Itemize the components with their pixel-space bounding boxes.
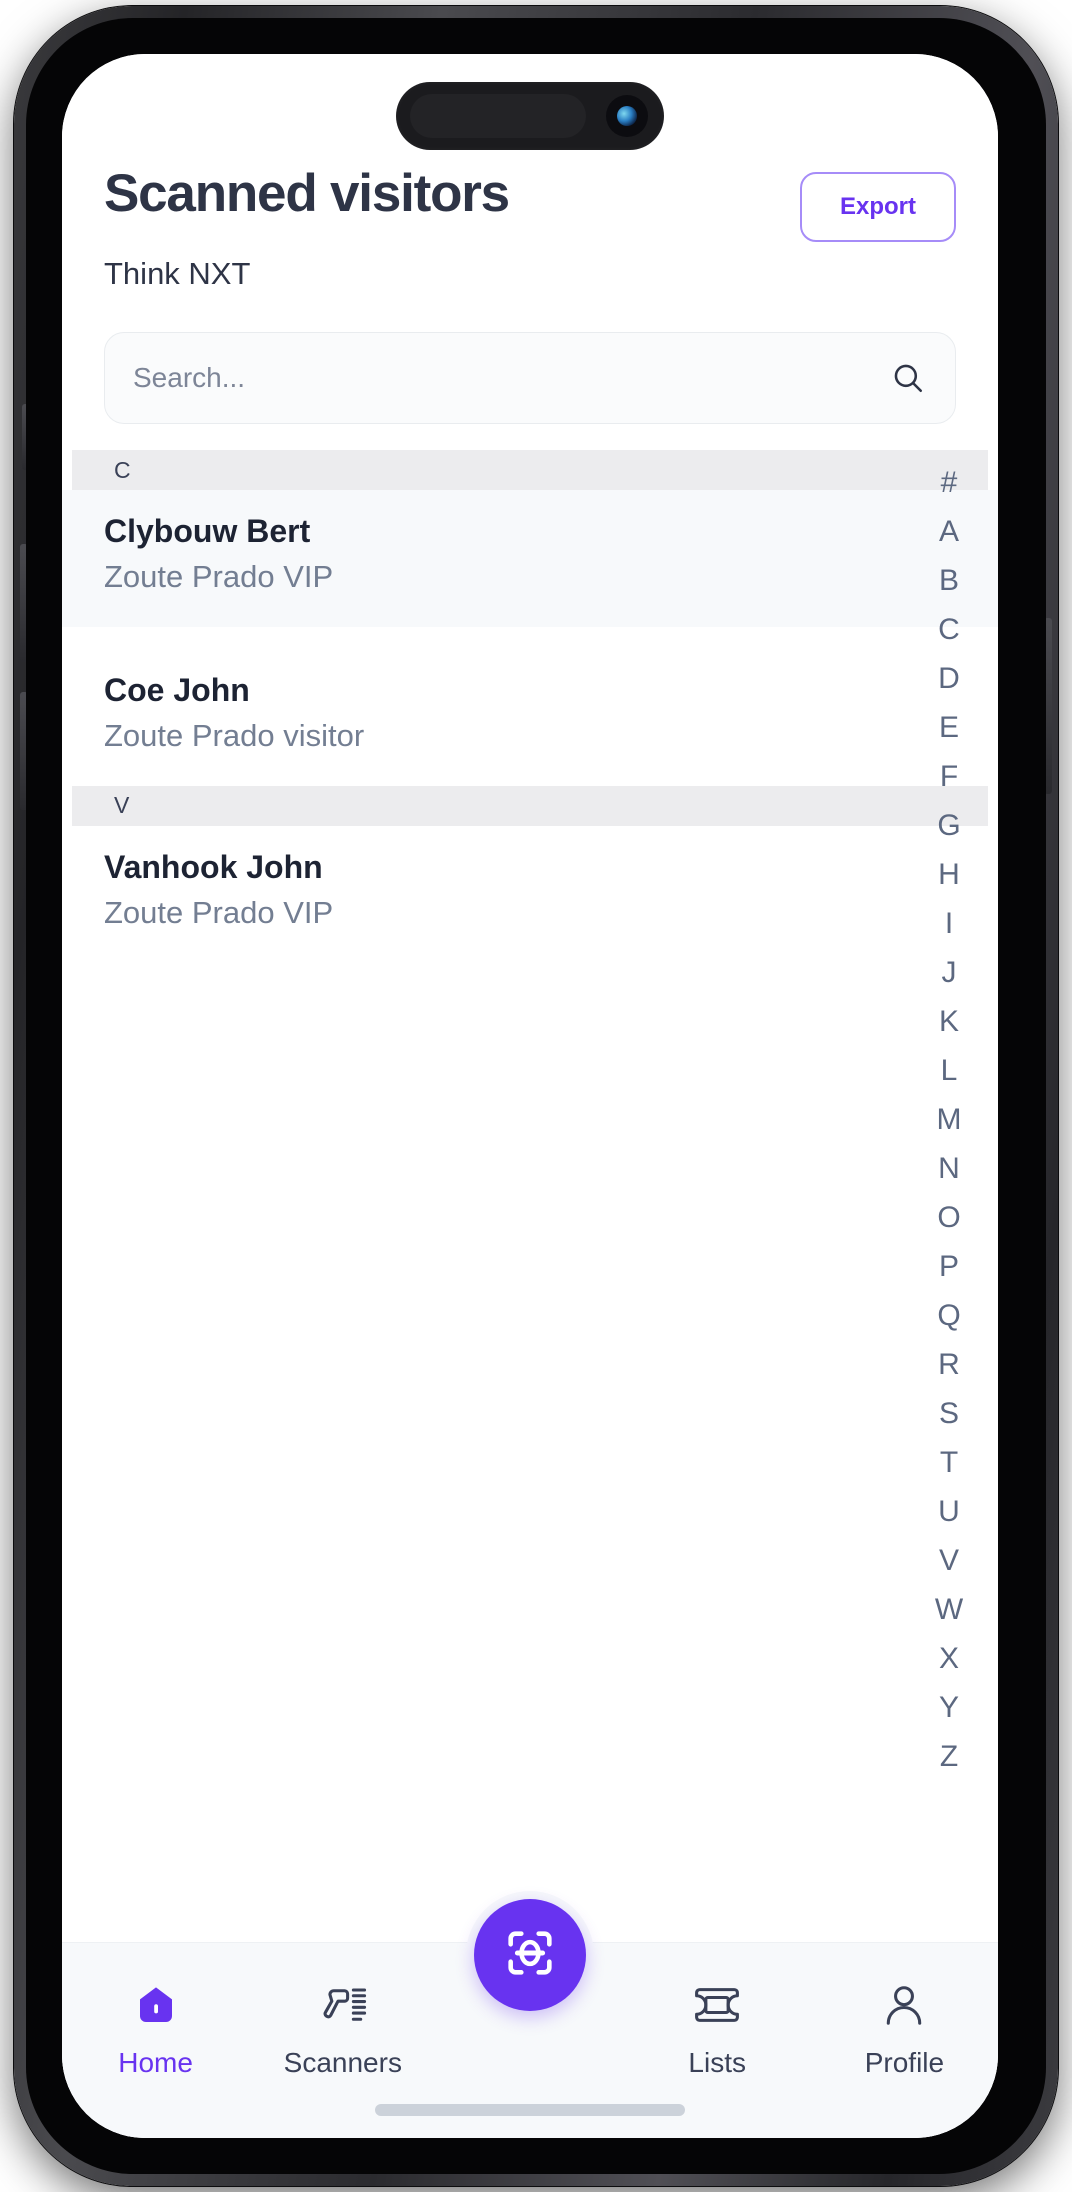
ticket-icon (692, 1977, 742, 2033)
search-box[interactable] (104, 332, 956, 424)
search-input[interactable] (105, 362, 891, 394)
alpha-index-item[interactable]: G (926, 801, 972, 850)
search-section (62, 292, 998, 424)
phone-bezel: Scanned visitors Export Think NXT Search… (26, 18, 1046, 2174)
alpha-index-item[interactable]: L (926, 1046, 972, 1095)
alpha-index-item[interactable]: U (926, 1487, 972, 1536)
page-title: Scanned visitors (104, 164, 510, 223)
alpha-index-item[interactable]: E (926, 703, 972, 752)
alpha-index-item[interactable]: B (926, 556, 972, 605)
alpha-index-item[interactable]: N (926, 1144, 972, 1193)
alpha-index-item[interactable]: Z (926, 1732, 972, 1781)
nav-label-profile: Profile (864, 2047, 945, 2078)
nav-label-lists: Lists (688, 2047, 746, 2078)
visitor-name: Vanhook John (104, 848, 323, 885)
section-header: C (72, 450, 988, 490)
row-separator (62, 627, 998, 649)
nav-label-home: Home (118, 2047, 193, 2078)
island-pill (410, 94, 586, 138)
barcode-scanner-icon (318, 1977, 368, 2033)
alpha-index-item[interactable]: W (926, 1585, 972, 1634)
bottom-navigation: Home Scanners Lists Profile (62, 1891, 998, 2138)
camera-lens-inner (617, 106, 637, 126)
nav-item-home[interactable]: Home (62, 1977, 249, 2079)
phone-frame: Scanned visitors Export Think NXT Search… (14, 6, 1058, 2186)
visitor-subtitle: Zoute Prado visitor (104, 718, 365, 754)
page-subtitle: Think NXT (104, 256, 251, 291)
alpha-index-item[interactable]: S (926, 1389, 972, 1438)
visitor-subtitle: Zoute Prado VIP (104, 895, 334, 931)
alpha-index-item[interactable]: P (926, 1242, 972, 1291)
front-camera-icon (606, 95, 648, 137)
alpha-index-item[interactable]: F (926, 752, 972, 801)
visitor-subtitle: Zoute Prado VIP (104, 559, 334, 595)
scan-button[interactable] (474, 1899, 586, 2011)
alphabet-index[interactable]: # A B C D E F G H I J K L M N O P Q R S T U V W X Y Z (926, 458, 972, 1942)
alpha-index-item[interactable]: Q (926, 1291, 972, 1340)
scan-icon (501, 1924, 559, 1987)
alpha-index-item[interactable]: D (926, 654, 972, 703)
visitor-row[interactable]: Clybouw Bert Zoute Prado VIP (62, 490, 998, 627)
alpha-index-item[interactable]: X (926, 1634, 972, 1683)
search-icon[interactable] (891, 361, 925, 395)
alpha-index-item[interactable]: M (926, 1095, 972, 1144)
alpha-index-item[interactable]: T (926, 1438, 972, 1487)
alpha-index-item[interactable]: V (926, 1536, 972, 1585)
visitor-list-content: C Clybouw Bert Zoute Prado VIP Coe John Zout… (62, 450, 998, 963)
visitor-list[interactable]: C Clybouw Bert Zoute Prado VIP Coe John Zout… (62, 450, 998, 1942)
alpha-index-item[interactable]: H (926, 850, 972, 899)
visitor-name: Coe John (104, 671, 250, 708)
alpha-index-item[interactable]: R (926, 1340, 972, 1389)
section-header: V (72, 785, 988, 826)
nav-item-scanners[interactable]: Scanners (249, 1977, 436, 2079)
nav-label-scanners: Scanners (283, 2047, 402, 2078)
home-icon (132, 1977, 180, 2033)
phone-screen: Scanned visitors Export Think NXT Search… (62, 54, 998, 2138)
alpha-index-item[interactable]: A (926, 507, 972, 556)
nav-item-lists[interactable]: Lists (624, 1977, 811, 2079)
export-button[interactable]: Export (799, 172, 956, 242)
dynamic-island (396, 82, 664, 150)
alpha-index-item[interactable]: O (926, 1193, 972, 1242)
visitor-row[interactable]: Vanhook John Zoute Prado VIP (62, 826, 998, 963)
visitor-row[interactable]: Coe John Zoute Prado visitor (62, 649, 998, 786)
nav-item-profile[interactable]: Profile (811, 1977, 998, 2079)
alpha-index-item[interactable]: Y (926, 1683, 972, 1732)
person-icon (881, 1977, 927, 2033)
alpha-index-item[interactable]: I (926, 899, 972, 948)
scan-fab-wrapper (466, 1891, 594, 2019)
alpha-index-item[interactable]: J (926, 948, 972, 997)
alpha-index-item[interactable]: K (926, 997, 972, 1046)
alpha-index-item[interactable]: # (926, 458, 972, 507)
alpha-index-item[interactable]: C (926, 605, 972, 654)
app-content: Scanned visitors Export Think NXT Search… (62, 54, 998, 2138)
visitor-name: Clybouw Bert (104, 513, 311, 549)
home-indicator (375, 2104, 685, 2116)
